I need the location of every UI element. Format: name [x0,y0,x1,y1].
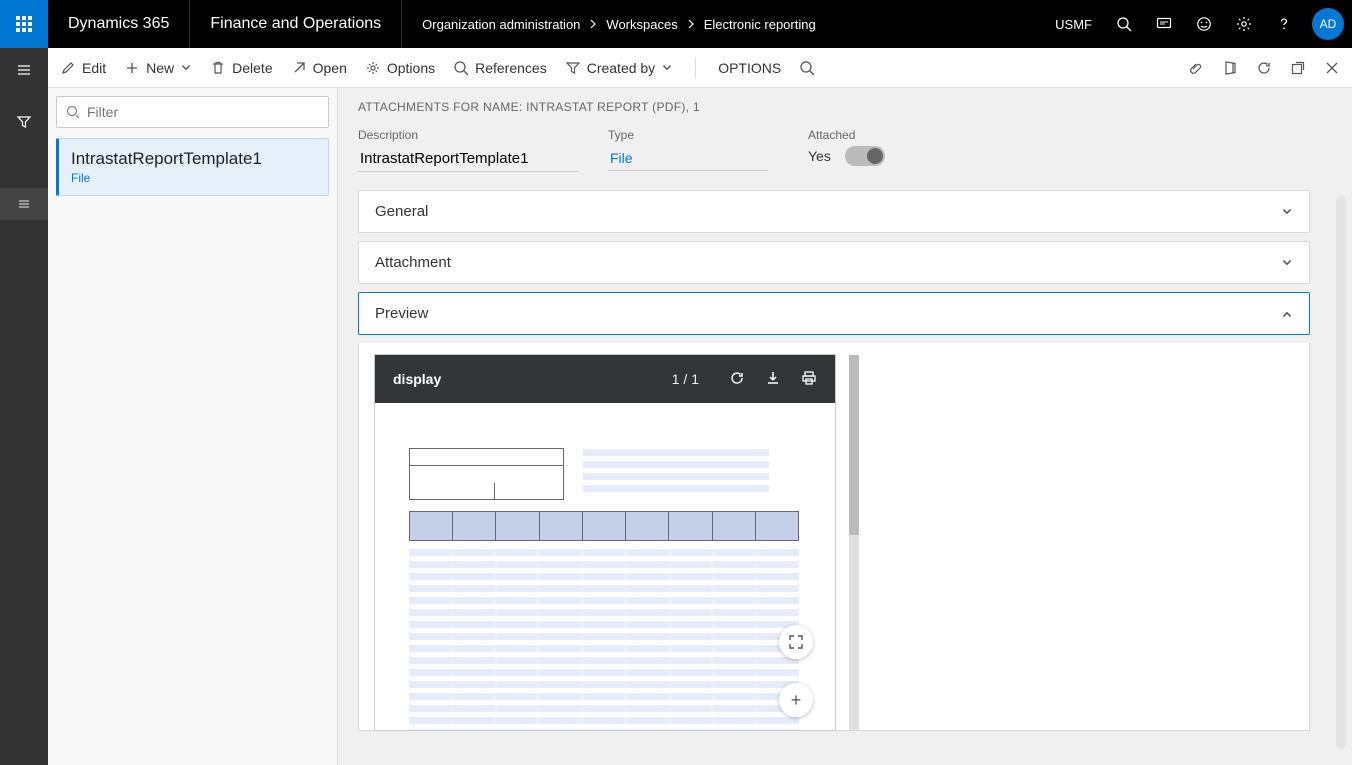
pdf-scrollbar[interactable] [849,355,859,730]
options-button[interactable]: Options [365,60,435,76]
breadcrumb-item[interactable]: Organization administration [422,17,580,32]
breadcrumb: Organization administration Workspaces E… [402,17,1043,32]
list-pane: IntrastatReportTemplate1 File [48,88,338,765]
delete-label: Delete [232,60,272,76]
pdf-zoom-in-button[interactable]: + [779,683,813,717]
feedback-icon[interactable] [1184,0,1224,48]
list-item[interactable]: IntrastatReportTemplate1 File [56,138,329,196]
general-label: General [375,203,428,220]
chevron-right-icon [588,19,598,29]
company-picker[interactable]: USMF [1043,17,1104,32]
attached-value: Yes [808,148,831,164]
separator [695,58,696,78]
general-panel-header[interactable]: General [358,190,1310,233]
rail-related-icon[interactable] [0,188,48,220]
attachment-label: Attachment [375,254,451,271]
report-body [409,549,799,730]
preview-panel-header[interactable]: Preview [358,292,1310,335]
help-icon[interactable] [1264,0,1304,48]
pdf-download-icon[interactable] [765,370,781,389]
references-button[interactable]: References [453,60,547,76]
chevron-down-icon [180,62,192,74]
pdf-title: display [393,371,441,387]
page-search-button[interactable] [799,60,815,76]
attach-icon[interactable] [1188,60,1204,76]
type-label: Type [608,128,768,142]
description-input[interactable] [358,146,578,172]
edit-label: Edit [82,60,106,76]
close-icon[interactable] [1324,60,1340,76]
content: IntrastatReportTemplate1 File ATTACHMENT… [48,88,1352,765]
chevron-right-icon [686,19,696,29]
detail-pane: ATTACHMENTS FOR NAME: INTRASTAT REPORT (… [338,88,1352,765]
chevron-down-icon [1281,206,1293,218]
messages-icon[interactable] [1144,0,1184,48]
attached-label: Attached [808,128,885,142]
report-meta-block [583,449,769,499]
office-icon[interactable] [1222,60,1238,76]
left-nav-rail [0,48,48,765]
options-tab[interactable]: OPTIONS [718,60,781,76]
pdf-page [375,403,835,730]
hamburger-menu-icon[interactable] [0,48,48,92]
section-heading: ATTACHMENTS FOR NAME: INTRASTAT REPORT (… [358,100,1332,114]
new-button[interactable]: New [124,60,192,76]
breadcrumb-item[interactable]: Workspaces [606,17,677,32]
settings-gear-icon[interactable] [1224,0,1264,48]
popout-icon[interactable] [1290,60,1306,76]
delete-button[interactable]: Delete [210,60,272,76]
new-label: New [146,60,174,76]
fields-row: Description Type File Attached Yes [358,128,1332,172]
search-icon[interactable] [1104,0,1144,48]
top-header: Dynamics 365 Finance and Operations Orga… [0,0,1352,48]
pdf-toolbar: display 1 / 1 [375,355,835,403]
filter-box[interactable] [56,96,329,128]
breadcrumb-item[interactable]: Electronic reporting [704,17,816,32]
user-avatar[interactable]: AD [1312,8,1344,40]
description-label: Description [358,128,578,142]
createdby-filter-button[interactable]: Created by [565,60,673,76]
options-tab-label: OPTIONS [718,60,781,76]
report-column-headers [409,511,799,541]
report-header-box [409,448,564,500]
pdf-rotate-icon[interactable] [729,370,745,389]
brand-label[interactable]: Dynamics 365 [48,0,190,48]
references-label: References [475,60,547,76]
attached-toggle[interactable] [845,146,885,166]
pdf-fit-button[interactable] [779,625,813,659]
pdf-viewer: display 1 / 1 [375,355,835,730]
options-label: Options [387,60,435,76]
search-icon [65,104,81,120]
attachment-panel-header[interactable]: Attachment [358,241,1310,284]
action-bar: Edit New Delete Open Options References … [48,48,1352,88]
refresh-icon[interactable] [1256,60,1272,76]
list-item-type: File [71,171,316,185]
preview-label: Preview [375,305,428,322]
pdf-page-indicator: 1 / 1 [672,371,699,387]
app-launcher-button[interactable] [0,0,48,48]
chevron-down-icon [661,62,673,74]
chevron-down-icon [1281,257,1293,269]
module-label[interactable]: Finance and Operations [190,0,402,48]
pdf-print-icon[interactable] [801,370,817,389]
scrollbar[interactable] [1336,196,1346,749]
createdby-label: Created by [587,60,655,76]
filter-funnel-icon[interactable] [0,92,48,152]
edit-button[interactable]: Edit [60,60,106,76]
header-right: USMF AD [1043,0,1352,48]
list-item-name: IntrastatReportTemplate1 [71,149,316,169]
chevron-up-icon [1281,308,1293,320]
type-link[interactable]: File [608,146,768,171]
filter-input[interactable] [87,104,320,120]
preview-body: display 1 / 1 [358,343,1310,731]
open-button[interactable]: Open [291,60,347,76]
open-label: Open [313,60,347,76]
waffle-icon [16,16,32,32]
